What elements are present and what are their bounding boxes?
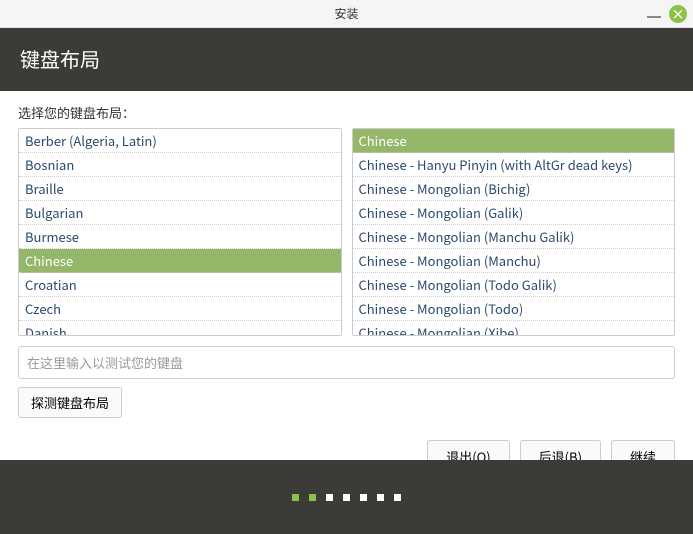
list-item[interactable]: Croatian [19,273,341,297]
list-item[interactable]: Berber (Algeria, Latin) [19,129,341,153]
detect-layout-button[interactable]: 探测键盘布局 [18,387,122,418]
list-item[interactable]: Chinese - Mongolian (Todo Galik) [353,273,675,297]
list-item[interactable]: Chinese - Mongolian (Manchu) [353,249,675,273]
list-item[interactable]: Chinese [353,129,675,153]
minimize-icon[interactable] [647,16,661,18]
progress-dot [343,494,350,501]
list-item[interactable]: Braille [19,177,341,201]
progress-dot [377,494,384,501]
list-item[interactable]: Chinese - Mongolian (Galik) [353,201,675,225]
main-content: 选择您的键盘布局： Berber (Algeria, Latin)Bosnian… [0,91,693,485]
list-item[interactable]: Bosnian [19,153,341,177]
language-list[interactable]: Berber (Algeria, Latin)BosnianBrailleBul… [18,128,342,336]
window-title: 安装 [334,5,358,22]
keyboard-test-input[interactable] [18,346,675,379]
progress-dot [292,494,299,501]
list-item[interactable]: Burmese [19,225,341,249]
variant-list[interactable]: ChineseChinese - Hanyu Pinyin (with AltG… [352,128,676,336]
page-title: 键盘布局 [20,44,100,73]
title-bar: 安装 × [0,0,693,28]
keyboard-lists: Berber (Algeria, Latin)BosnianBrailleBul… [18,128,675,336]
list-item[interactable]: Bulgarian [19,201,341,225]
list-item[interactable]: Chinese - Mongolian (Manchu Galik) [353,225,675,249]
progress-dot [326,494,333,501]
list-item[interactable]: Chinese [19,249,341,273]
progress-footer [0,460,693,534]
list-item[interactable]: Danish [19,321,341,336]
progress-dot [394,494,401,501]
list-item[interactable]: Chinese - Mongolian (Xibe) [353,321,675,336]
window-controls: × [647,5,687,23]
progress-dot [309,494,316,501]
page-header: 键盘布局 [0,28,693,91]
list-item[interactable]: Czech [19,297,341,321]
list-item[interactable]: Chinese - Mongolian (Todo) [353,297,675,321]
list-item[interactable]: Chinese - Mongolian (Bichig) [353,177,675,201]
list-item[interactable]: Chinese - Hanyu Pinyin (with AltGr dead … [353,153,675,177]
instruction-label: 选择您的键盘布局： [18,103,675,122]
close-icon[interactable]: × [669,5,687,23]
progress-dot [360,494,367,501]
